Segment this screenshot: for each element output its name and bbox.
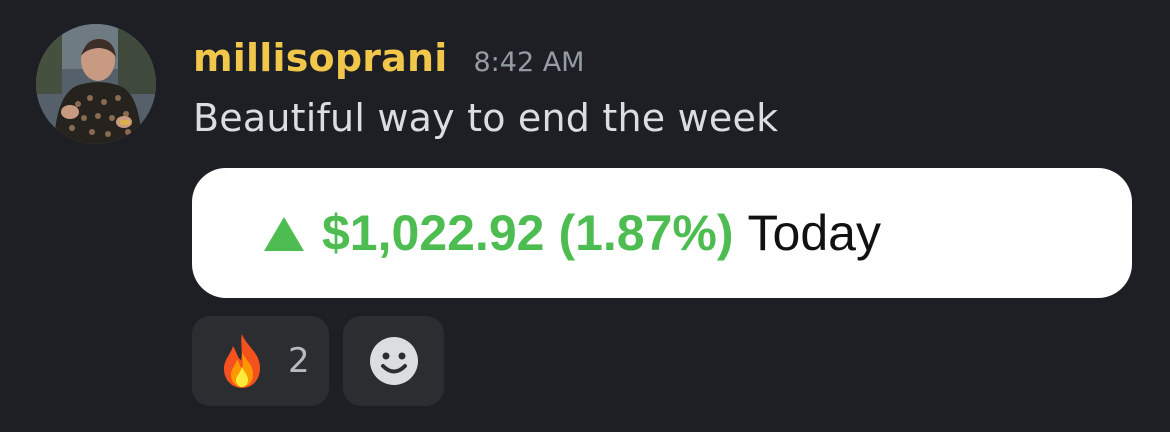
timestamp[interactable]: 8:42 AM xyxy=(473,47,584,78)
reaction-count: 2 xyxy=(288,341,310,381)
smile-icon xyxy=(369,337,418,385)
gain-period: Today xyxy=(747,205,881,261)
chat-message: millisoprani 8:42 AM Beautiful way to en… xyxy=(0,0,1170,432)
add-reaction-button[interactable] xyxy=(343,316,444,406)
username[interactable]: millisoprani xyxy=(193,36,447,80)
message-text: Beautiful way to end the week xyxy=(193,96,779,140)
gain-amount: $1,022.92 xyxy=(322,205,545,261)
avatar[interactable] xyxy=(36,24,156,144)
up-triangle-icon xyxy=(264,217,304,251)
gain-percent: (1.87%) xyxy=(558,205,734,261)
image-attachment[interactable]: $1,022.92 (1.87%) Today xyxy=(192,168,1132,298)
reaction-bar: 2 xyxy=(192,316,444,406)
fire-emoji-icon xyxy=(224,334,260,388)
portfolio-gain-line: $1,022.92 (1.87%) Today xyxy=(264,168,881,298)
reaction-fire[interactable]: 2 xyxy=(192,316,329,406)
user-avatar-icon xyxy=(36,24,156,144)
message-header: millisoprani 8:42 AM xyxy=(193,36,584,86)
